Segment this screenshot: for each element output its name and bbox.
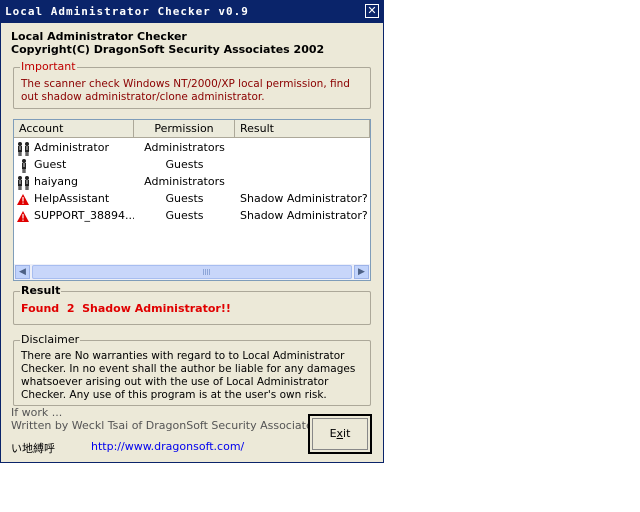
- if-work-text: If work ...: [11, 406, 63, 419]
- result-cell: Shadow Administrator?: [240, 192, 368, 205]
- column-header-permission[interactable]: Permission: [134, 120, 235, 137]
- users-icon: [16, 141, 32, 156]
- extra-text: い地縛呼: [11, 442, 55, 455]
- user-icon: [16, 158, 32, 173]
- app-name: Local Administrator Checker: [11, 30, 187, 43]
- window-title: Local Administrator Checker v0.9: [5, 5, 249, 18]
- result-legend: Result: [20, 284, 62, 297]
- exit-label-prefix: E: [329, 427, 337, 440]
- exit-label: Exit: [310, 427, 370, 440]
- account-cell: Administrator: [34, 141, 109, 154]
- scroll-left-button[interactable]: ◀: [15, 265, 30, 279]
- title-bar[interactable]: Local Administrator Checker v0.9 ✕: [1, 1, 383, 23]
- close-button[interactable]: ✕: [365, 4, 379, 18]
- exit-button[interactable]: Exit: [308, 414, 372, 454]
- scroll-grip-icon: [203, 269, 211, 275]
- account-list[interactable]: Account Permission Result Administrator A…: [13, 119, 371, 281]
- disclaimer-legend: Disclaimer: [20, 333, 81, 346]
- exit-label-suffix: it: [343, 427, 351, 440]
- column-header-account[interactable]: Account: [14, 120, 134, 137]
- table-row[interactable]: SUPPORT_38894... Guests Shadow Administrat…: [14, 208, 370, 225]
- account-cell: haiyang: [34, 175, 78, 188]
- permission-cell: Administrators: [144, 175, 225, 188]
- list-header: Account Permission Result: [14, 120, 370, 138]
- result-text: Found 2 Shadow Administrator!!: [21, 302, 231, 315]
- account-cell: SUPPORT_38894...: [34, 209, 134, 222]
- result-group: Result Found 2 Shadow Administrator!!: [13, 284, 371, 325]
- table-row[interactable]: haiyang Administrators: [14, 174, 370, 191]
- horizontal-scrollbar[interactable]: ◀ ▶: [14, 264, 370, 280]
- account-cell: HelpAssistant: [34, 192, 110, 205]
- important-text: The scanner check Windows NT/2000/XP loc…: [21, 78, 350, 103]
- author-text: Written by Weckl Tsai of DragonSoft Secu…: [11, 419, 322, 432]
- table-row[interactable]: HelpAssistant Guests Shadow Administrator?: [14, 191, 370, 208]
- permission-cell: Guests: [165, 158, 204, 171]
- permission-cell: Guests: [165, 192, 204, 205]
- account-cell: Guest: [34, 158, 67, 171]
- table-row[interactable]: Administrator Administrators: [14, 140, 370, 157]
- important-group: Important The scanner check Windows NT/2…: [13, 60, 371, 109]
- scroll-thumb[interactable]: [32, 265, 352, 279]
- website-link[interactable]: http://www.dragonsoft.com/: [91, 440, 244, 453]
- users-icon: [16, 175, 32, 190]
- column-header-result[interactable]: Result: [235, 120, 370, 137]
- important-legend: Important: [20, 60, 77, 73]
- disclaimer-group: Disclaimer There are No warranties with …: [13, 333, 371, 406]
- disclaimer-text: There are No warranties with regard to t…: [21, 350, 356, 401]
- main-window: Local Administrator Checker v0.9 ✕ Local…: [0, 0, 384, 463]
- permission-cell: Administrators: [144, 141, 225, 154]
- result-cell: Shadow Administrator?: [240, 209, 368, 222]
- warning-icon: [16, 192, 32, 207]
- table-row[interactable]: Guest Guests: [14, 157, 370, 174]
- copyright-text: Copyright(C) DragonSoft Security Associa…: [11, 43, 325, 56]
- permission-cell: Guests: [165, 209, 204, 222]
- scroll-right-button[interactable]: ▶: [354, 265, 369, 279]
- warning-icon: [16, 209, 32, 224]
